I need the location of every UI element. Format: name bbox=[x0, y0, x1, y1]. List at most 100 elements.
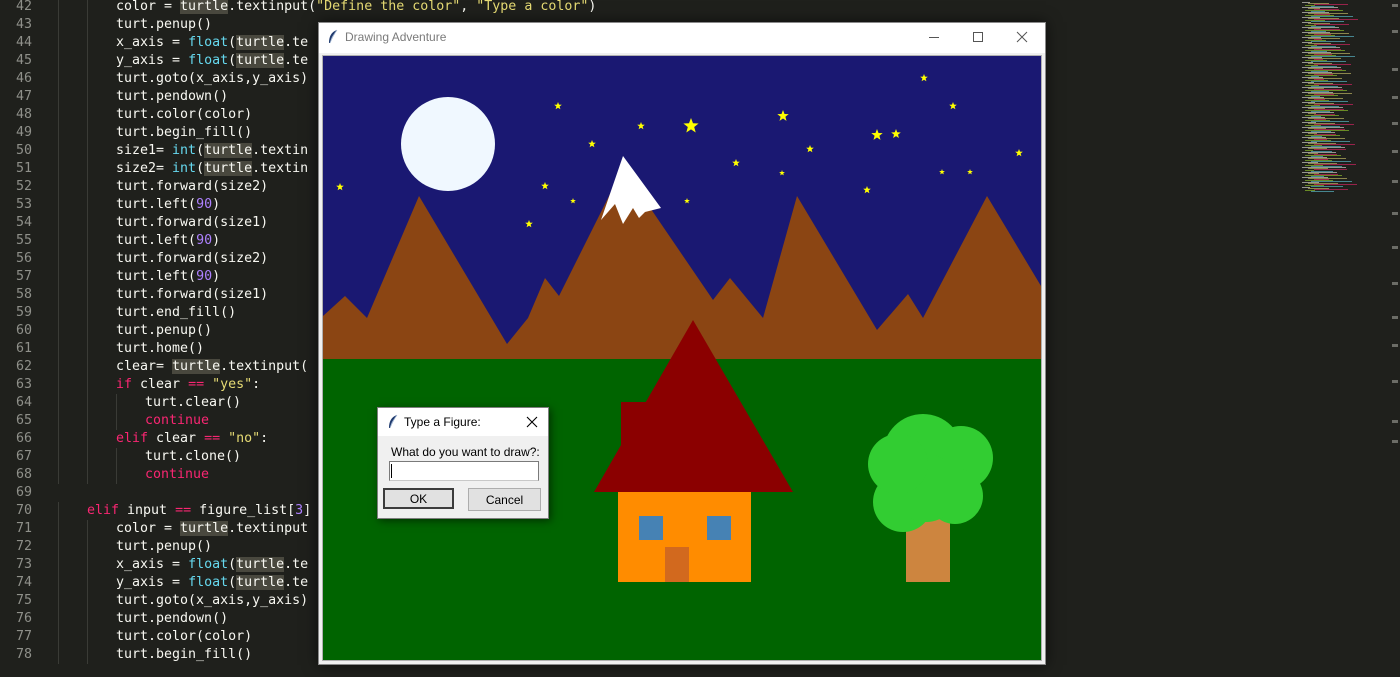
code-token: y_axis = bbox=[116, 53, 189, 68]
code-text: x_axis = float(turtle.te bbox=[116, 34, 308, 52]
line-number: 57 bbox=[15, 269, 32, 284]
indent-guide bbox=[58, 502, 59, 520]
code-token: turtle bbox=[180, 0, 229, 14]
code-text: turt.penup() bbox=[116, 322, 212, 340]
indent-guide bbox=[58, 268, 59, 286]
minimize-button[interactable] bbox=[911, 23, 957, 53]
line-number: 48 bbox=[15, 107, 32, 122]
scrollbar-marker bbox=[1392, 344, 1398, 347]
code-token: 90 bbox=[196, 233, 213, 248]
code-text: if clear == "yes": bbox=[116, 376, 260, 394]
line-number: 43 bbox=[15, 17, 32, 32]
house-window-right bbox=[707, 516, 731, 540]
line-number: 60 bbox=[15, 323, 32, 338]
code-token: ( bbox=[228, 53, 237, 68]
indent-guide bbox=[58, 466, 59, 484]
turtle-window[interactable]: Drawing Adventure bbox=[318, 22, 1046, 665]
minimap-line bbox=[1308, 58, 1341, 59]
minimap-line bbox=[1314, 4, 1348, 5]
indent-guide bbox=[87, 646, 88, 664]
dialog-close-button[interactable] bbox=[524, 414, 540, 430]
ok-button[interactable]: OK bbox=[383, 488, 454, 509]
line-number: 51 bbox=[15, 161, 32, 176]
indent-guide bbox=[87, 376, 88, 394]
code-token: == bbox=[204, 431, 221, 446]
code-token: turt.color(color) bbox=[116, 107, 253, 122]
code-text: turt.penup() bbox=[116, 16, 212, 34]
code-token: turtle bbox=[204, 143, 253, 158]
indent-guide bbox=[58, 556, 59, 574]
text-input-dialog[interactable]: Type a Figure: What do you want to draw?… bbox=[377, 407, 549, 519]
indent-guide bbox=[87, 34, 88, 52]
indent-guide bbox=[87, 124, 88, 142]
indent-guide bbox=[58, 106, 59, 124]
indent-guide bbox=[58, 124, 59, 142]
cancel-button[interactable]: Cancel bbox=[468, 488, 541, 511]
figure-input[interactable] bbox=[389, 461, 539, 481]
indent-guide bbox=[58, 16, 59, 34]
line-number: 55 bbox=[15, 233, 32, 248]
minimap-line bbox=[1311, 41, 1345, 42]
dialog-titlebar[interactable]: Type a Figure: bbox=[378, 408, 548, 436]
code-token: float bbox=[188, 53, 229, 68]
code-text: turt.clear() bbox=[145, 394, 241, 412]
code-text: turt.goto(x_axis,y_axis) bbox=[116, 70, 308, 88]
code-text: elif clear == "no": bbox=[116, 430, 268, 448]
code-text: size1= int(turtle.textin bbox=[116, 142, 308, 160]
code-token: turt.penup() bbox=[116, 539, 213, 554]
maximize-button[interactable] bbox=[955, 23, 1001, 53]
code-token: elif bbox=[116, 431, 149, 446]
scrollbar-marker bbox=[1392, 4, 1398, 7]
indent-guide bbox=[58, 610, 59, 628]
code-token: ] bbox=[303, 503, 312, 518]
minimap-line bbox=[1311, 21, 1344, 22]
line-number: 75 bbox=[15, 593, 32, 608]
minimap-line bbox=[1311, 101, 1348, 102]
minimap-line bbox=[1314, 64, 1351, 65]
indent-guide bbox=[87, 250, 88, 268]
code-token: size2= bbox=[116, 161, 173, 176]
indent-guide bbox=[87, 520, 88, 538]
turtle-window-titlebar[interactable]: Drawing Adventure bbox=[319, 23, 1045, 53]
drawing-scene bbox=[323, 56, 1041, 660]
indent-guide bbox=[87, 0, 88, 16]
code-token: float bbox=[188, 35, 229, 50]
close-button[interactable] bbox=[999, 23, 1045, 53]
indent-guide bbox=[58, 160, 59, 178]
code-token: ) bbox=[212, 197, 221, 212]
indent-guide bbox=[58, 0, 59, 16]
minimap[interactable] bbox=[1300, 0, 1390, 677]
code-token: 90 bbox=[196, 269, 213, 284]
code-token: turt.clone() bbox=[145, 449, 242, 464]
code-token: turt.penup() bbox=[116, 17, 213, 32]
indent-guide bbox=[87, 358, 88, 376]
turtle-canvas[interactable] bbox=[322, 55, 1042, 661]
indent-guide bbox=[87, 304, 88, 322]
code-token: ( bbox=[228, 35, 237, 50]
indent-guide bbox=[87, 106, 88, 124]
indent-guide bbox=[87, 142, 88, 160]
code-token: turt.forward(size1) bbox=[116, 215, 269, 230]
code-token: elif bbox=[87, 503, 120, 518]
editor-scrollbar[interactable] bbox=[1390, 0, 1400, 677]
indent-guide bbox=[87, 52, 88, 70]
code-text: turt.color(color) bbox=[116, 628, 252, 646]
line-number: 56 bbox=[15, 251, 32, 266]
indent-guide bbox=[58, 70, 59, 88]
indent-guide bbox=[58, 574, 59, 592]
code-text: turt.left(90) bbox=[116, 268, 220, 286]
code-token: ) bbox=[212, 269, 221, 284]
code-text: turt.left(90) bbox=[116, 196, 220, 214]
code-token: .textin bbox=[252, 161, 309, 176]
code-token: float bbox=[188, 575, 229, 590]
code-token: input bbox=[119, 503, 176, 518]
code-line[interactable]: 42 color = turtle.textinput("Define the c… bbox=[0, 0, 1300, 16]
code-text: color = turtle.textinput("Define the col… bbox=[116, 0, 596, 16]
indent-guide bbox=[58, 412, 59, 430]
line-number: 46 bbox=[15, 71, 32, 86]
indent-guide bbox=[58, 88, 59, 106]
code-token: if bbox=[116, 377, 133, 392]
scrollbar-marker bbox=[1392, 316, 1398, 319]
code-token: .te bbox=[284, 35, 309, 50]
code-text: y_axis = float(turtle.te bbox=[116, 52, 308, 70]
